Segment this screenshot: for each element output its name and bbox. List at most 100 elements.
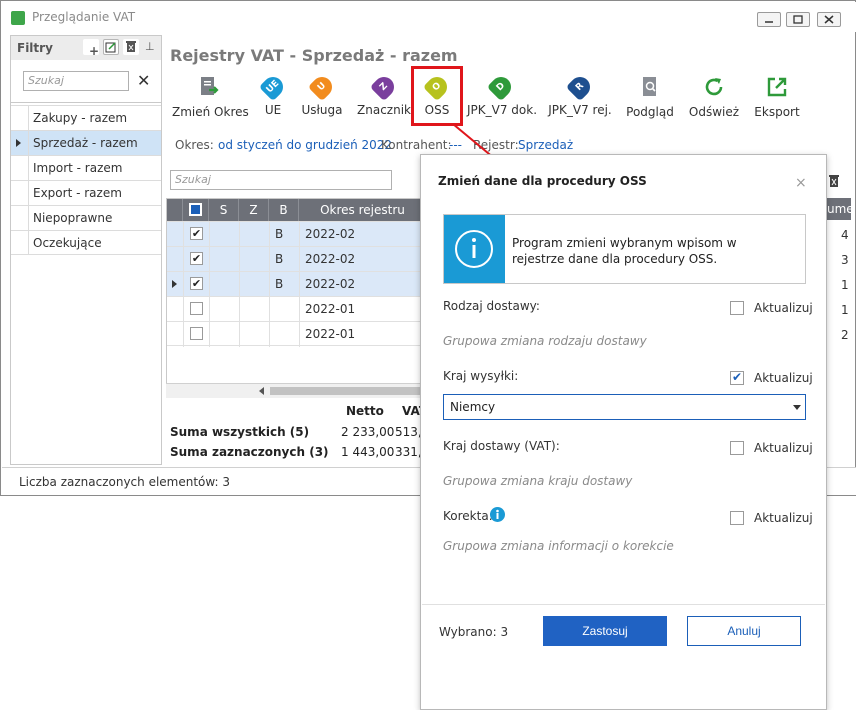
- row-checkbox[interactable]: ✔: [190, 277, 203, 290]
- maximize-button[interactable]: [786, 12, 810, 27]
- usluga-button[interactable]: U Usługa: [299, 72, 345, 125]
- row-tail-cell: 3: [841, 253, 849, 267]
- grid-search-input[interactable]: Szukaj: [170, 170, 392, 190]
- delete-filter-button[interactable]: [123, 39, 139, 55]
- edit-filter-button[interactable]: [103, 39, 119, 55]
- page-title: Rejestry VAT - Sprzedaż - razem: [170, 46, 458, 65]
- grid-header-s[interactable]: S: [209, 199, 239, 221]
- rodzaj-dostawy-hint: Grupowa zmiana rodzaju dostawy: [443, 334, 647, 348]
- rodzaj-dostawy-update-checkbox[interactable]: [730, 301, 744, 315]
- row-tail-cell: 2: [841, 328, 849, 342]
- minimize-button[interactable]: [757, 12, 781, 27]
- grid-header-select-all[interactable]: [183, 199, 209, 221]
- rodzaj-dostawy-update-label[interactable]: Aktualizuj: [754, 301, 813, 315]
- filter-item-zakupy[interactable]: Zakupy - razem: [11, 105, 161, 130]
- table-row[interactable]: ✔ B 2022-02: [167, 246, 425, 271]
- filter-item-export[interactable]: Export - razem: [11, 180, 161, 205]
- kraj-wysylki-update-label[interactable]: Aktualizuj: [754, 371, 813, 385]
- filter-item-sprzedaz[interactable]: Sprzedaż - razem: [11, 130, 161, 155]
- okres-label: Okres:: [175, 138, 214, 152]
- table-row[interactable]: ✔ B 2022-02: [167, 221, 425, 246]
- refresh-icon: [705, 78, 723, 96]
- dialog-close-button[interactable]: ×: [795, 175, 807, 191]
- oss-dialog: Zmień dane dla procedury OSS × Program z…: [420, 154, 827, 710]
- filters-header: Filtry + ⊥: [11, 36, 161, 60]
- trash-icon: [126, 41, 136, 52]
- add-filter-button[interactable]: +: [83, 39, 99, 58]
- info-icon[interactable]: [490, 507, 505, 522]
- jpk-dok-button[interactable]: D JPK_V7 dok.: [467, 72, 537, 125]
- rejestr-link[interactable]: Sprzedaż: [518, 138, 573, 152]
- row-checkbox[interactable]: ✔: [190, 227, 203, 240]
- change-period-label: Zmień Okres: [172, 105, 249, 119]
- jpk-rej-button[interactable]: R JPK_V7 rej.: [547, 72, 613, 125]
- filter-item-label: Oczekujące: [33, 236, 102, 250]
- row-b-cell: B: [275, 277, 284, 291]
- trash-icon[interactable]: [829, 174, 839, 188]
- tag-ue-icon: UE: [258, 72, 288, 102]
- tag-u-icon: U: [307, 72, 337, 102]
- znacznik-button[interactable]: Z Znacznik: [356, 72, 412, 125]
- app-icon: [11, 11, 25, 25]
- row-b-cell: B: [275, 227, 284, 241]
- row-tail-cell: 4: [841, 228, 849, 242]
- tag-z-icon: Z: [369, 72, 399, 102]
- kraj-wysylki-select[interactable]: Niemcy: [443, 394, 806, 420]
- col-divider: [299, 221, 300, 347]
- row-checkbox[interactable]: [190, 302, 203, 315]
- kraj-wysylki-label: Kraj wysyłki:: [443, 369, 519, 383]
- maximize-icon: [793, 15, 803, 24]
- preview-button[interactable]: Podgląd: [624, 75, 676, 125]
- filter-item-oczekujace[interactable]: Oczekujące: [11, 230, 161, 255]
- document-arrow-icon: [201, 77, 219, 95]
- pin-icon[interactable]: ⊥: [145, 40, 155, 53]
- table-row[interactable]: ✔ B 2022-02: [167, 271, 425, 296]
- cancel-button[interactable]: Anuluj: [687, 616, 801, 646]
- korekta-update-label[interactable]: Aktualizuj: [754, 511, 813, 525]
- kraj-dostawy-update-checkbox[interactable]: [730, 441, 744, 455]
- tag-d-icon: D: [486, 72, 516, 102]
- kraj-dostawy-update-label[interactable]: Aktualizuj: [754, 441, 813, 455]
- korekta-hint: Grupowa zmiana informacji o korekcie: [443, 539, 674, 553]
- close-window-button[interactable]: [817, 12, 841, 27]
- clear-search-icon[interactable]: ✕: [137, 71, 150, 90]
- ue-button[interactable]: UE UE: [256, 72, 290, 125]
- grid-header-b[interactable]: B: [269, 199, 299, 221]
- horizontal-scrollbar[interactable]: [166, 383, 426, 398]
- kraj-wysylki-update-checkbox[interactable]: ✔: [730, 371, 744, 385]
- row-checkbox[interactable]: ✔: [190, 252, 203, 265]
- export-button[interactable]: Eksport: [753, 75, 801, 125]
- okres-link[interactable]: od styczeń do grudzień 2022: [218, 138, 392, 152]
- sum-all-netto: 2 233,00: [341, 425, 395, 439]
- table-row[interactable]: 2022-01: [167, 296, 425, 321]
- filter-item-niepoprawne[interactable]: Niepoprawne: [11, 205, 161, 230]
- filter-search-input[interactable]: Szukaj: [23, 71, 129, 91]
- scroll-thumb[interactable]: [270, 387, 426, 395]
- table-row[interactable]: 2022-01: [167, 321, 425, 346]
- korekta-update-checkbox[interactable]: [730, 511, 744, 525]
- refresh-button[interactable]: Odśwież: [688, 75, 740, 125]
- register-grid: S Z B Okres rejestru ✔ B 2022-02 ✔ B 202…: [166, 198, 426, 397]
- change-period-button[interactable]: Zmień Okres: [172, 75, 249, 125]
- dialog-title: Zmień dane dla procedury OSS: [438, 174, 647, 188]
- row-okres-cell: 2022-02: [305, 227, 356, 241]
- grid-header-z[interactable]: Z: [239, 199, 269, 221]
- refresh-label: Odśwież: [688, 105, 740, 119]
- current-row-arrow-icon: [16, 139, 21, 147]
- select-all-checkbox[interactable]: [189, 203, 202, 216]
- grid-header-indicator: [167, 199, 183, 221]
- apply-button[interactable]: Zastosuj: [543, 616, 667, 646]
- row-b-cell: B: [275, 252, 284, 266]
- current-row-arrow-icon: [172, 280, 177, 288]
- filter-item-import[interactable]: Import - razem: [11, 155, 161, 180]
- filter-item-label: Export - razem: [33, 186, 122, 200]
- scroll-left-icon[interactable]: [259, 387, 265, 395]
- minimize-icon: [765, 21, 773, 23]
- info-panel: [444, 215, 505, 283]
- grid-header-okres[interactable]: Okres rejestru: [299, 199, 425, 221]
- col-divider: [269, 221, 270, 347]
- sum-selected-netto: 1 443,00: [341, 445, 395, 459]
- tag-r-icon: R: [565, 72, 595, 102]
- row-checkbox[interactable]: [190, 327, 203, 340]
- col-divider: [183, 221, 184, 347]
